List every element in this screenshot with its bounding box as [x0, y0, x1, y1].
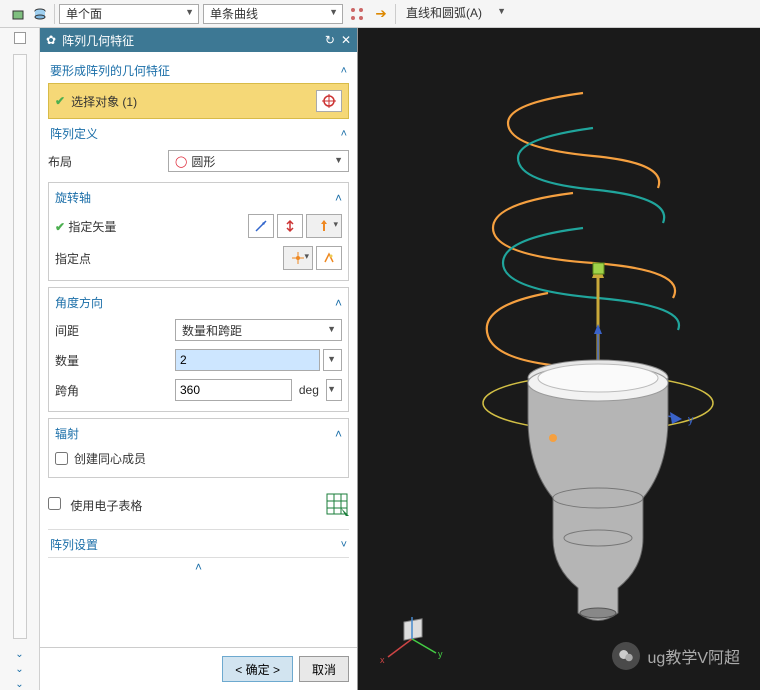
- section-target-header[interactable]: 要形成阵列的几何特征 ˄: [48, 56, 349, 83]
- pattern-settings-header[interactable]: 阵列设置 ˅: [48, 529, 349, 557]
- vector-flip-button[interactable]: [277, 214, 303, 238]
- chevron-down-icon: ˅: [341, 539, 347, 551]
- concentric-label: 创建同心成员: [74, 450, 146, 467]
- panel-footer: < 确定 > 取消: [40, 647, 357, 690]
- section-define-label: 阵列定义: [50, 125, 98, 142]
- chevron-down-icon[interactable]: ⌄: [15, 649, 23, 660]
- count-label: 数量: [55, 352, 175, 369]
- radial-header[interactable]: 辐射 ˄: [55, 423, 342, 446]
- point-picker-button[interactable]: [283, 246, 313, 270]
- spreadsheet-checkbox-row[interactable]: 使用电子表格: [48, 497, 142, 514]
- line-arc-dropdown[interactable]: 直线和圆弧(A): [400, 4, 510, 24]
- scroll-track[interactable]: [13, 54, 27, 639]
- face-mode-select[interactable]: 单个面: [59, 4, 199, 24]
- panel-header: ✿ 阵列几何特征 ↻ ✕: [40, 28, 357, 52]
- chevron-up-icon: ˄: [335, 427, 342, 441]
- spec-point-label: 指定点: [55, 250, 175, 267]
- ok-button[interactable]: < 确定 >: [222, 656, 293, 682]
- axis-gizmo[interactable]: x y: [376, 609, 446, 672]
- spec-vector-label: ✔ 指定矢量: [55, 218, 175, 235]
- refresh-icon[interactable]: ↻: [325, 33, 335, 47]
- span-input[interactable]: [175, 379, 292, 401]
- select-object-row[interactable]: ✔ 选择对象 (1): [48, 83, 349, 119]
- curve-mode-select[interactable]: 单条曲线: [203, 4, 343, 24]
- pattern-settings-label: 阵列设置: [50, 536, 98, 553]
- chevron-up-icon: ˄: [341, 128, 347, 140]
- section-define-header[interactable]: 阵列定义 ˄: [48, 119, 349, 146]
- layout-value: 圆形: [191, 153, 215, 170]
- chevron-up-icon: ˄: [335, 191, 342, 205]
- angle-direction-subsection: 角度方向 ˄ 间距 数量和跨距 数量 跨角: [48, 287, 349, 412]
- check-icon: ✔: [55, 220, 65, 234]
- spreadsheet-checkbox[interactable]: [48, 497, 61, 510]
- collapse-chevron[interactable]: ˄: [48, 557, 349, 574]
- layout-label: 布局: [48, 153, 168, 170]
- point-dialog-button[interactable]: [316, 246, 342, 270]
- cylinder-icon[interactable]: [30, 4, 50, 24]
- count-menu-button[interactable]: [323, 349, 342, 371]
- watermark: ug教学V阿超: [612, 642, 740, 670]
- wechat-icon: [612, 642, 640, 670]
- check-icon: ✔: [55, 94, 65, 108]
- select-object-label: 选择对象 (1): [71, 93, 137, 110]
- vector-picker-button[interactable]: [306, 214, 342, 238]
- span-menu-button[interactable]: [326, 379, 342, 401]
- svg-text:x: x: [380, 655, 385, 665]
- watermark-text: ug教学V阿超: [648, 644, 740, 668]
- selection-target-icon[interactable]: [316, 90, 342, 112]
- span-unit-label: deg: [295, 383, 324, 397]
- section-target-label: 要形成阵列的几何特征: [50, 62, 170, 79]
- rotation-axis-header[interactable]: 旋转轴 ˄: [55, 187, 342, 210]
- model-preview: y: [398, 68, 758, 628]
- spacing-label: 间距: [55, 322, 175, 339]
- gear-icon: ✿: [46, 33, 56, 47]
- layout-select[interactable]: ◯ 圆形: [168, 150, 349, 172]
- viewport-3d[interactable]: y x y: [358, 28, 760, 690]
- vector-reverse-button[interactable]: [248, 214, 274, 238]
- rotation-axis-subsection: 旋转轴 ˄ ✔ 指定矢量 指定点: [48, 182, 349, 281]
- radial-subsection: 辐射 ˄ 创建同心成员: [48, 418, 349, 478]
- spreadsheet-label: 使用电子表格: [70, 499, 142, 513]
- cancel-button[interactable]: 取消: [299, 656, 349, 682]
- pattern-feature-panel: ✿ 阵列几何特征 ↻ ✕ 要形成阵列的几何特征 ˄ ✔ 选择对象 (1): [40, 28, 358, 690]
- angle-direction-header[interactable]: 角度方向 ˄: [55, 292, 342, 315]
- box-icon[interactable]: [8, 4, 28, 24]
- panel-title: 阵列几何特征: [62, 32, 134, 49]
- svg-text:y: y: [688, 414, 694, 426]
- circle-icon: ◯: [175, 155, 187, 168]
- chevron-up-icon: ˄: [341, 65, 347, 77]
- pattern-tool-icon[interactable]: [347, 4, 367, 24]
- left-rail: ⌄ ⌄ ⌄: [0, 28, 40, 690]
- chevron-down-icon[interactable]: ⌄: [15, 664, 23, 675]
- concentric-checkbox-row[interactable]: 创建同心成员: [55, 446, 342, 471]
- close-icon[interactable]: ✕: [341, 33, 351, 47]
- count-input[interactable]: [175, 349, 320, 371]
- toolbar-icon-group: [4, 4, 50, 24]
- chevron-up-icon: ˄: [335, 296, 342, 310]
- chevron-down-icon[interactable]: ⌄: [15, 679, 23, 690]
- top-toolbar: 单个面 单条曲线 ➔ 直线和圆弧(A): [0, 0, 760, 28]
- spacing-select[interactable]: 数量和跨距: [175, 319, 342, 341]
- span-label: 跨角: [55, 382, 175, 399]
- arrow-right-icon[interactable]: ➔: [371, 4, 391, 24]
- svg-text:y: y: [438, 649, 443, 659]
- thumb-icon[interactable]: [14, 32, 26, 44]
- spreadsheet-icon[interactable]: [325, 492, 349, 519]
- concentric-checkbox[interactable]: [55, 452, 68, 465]
